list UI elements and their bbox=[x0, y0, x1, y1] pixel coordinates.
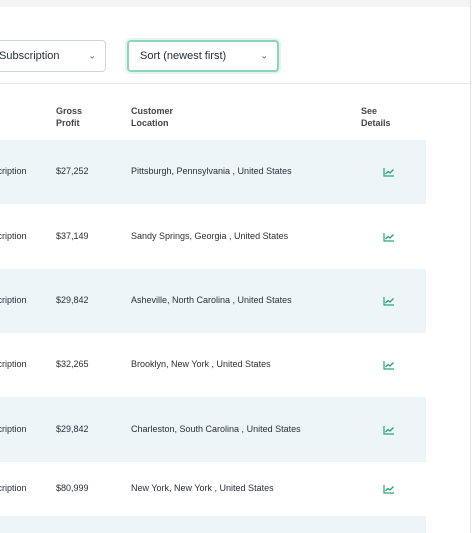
chart-line-icon[interactable] bbox=[383, 232, 395, 242]
sort-select[interactable]: Sort (newest first) ⌄ bbox=[127, 40, 279, 72]
table-row[interactable]: Subscription $80,999 New York, New York , … bbox=[0, 462, 426, 516]
chart-line-icon[interactable] bbox=[383, 167, 395, 177]
table-row[interactable]: Subscription $29,842 Charleston, South Car… bbox=[0, 397, 426, 462]
chart-line-icon[interactable] bbox=[383, 425, 395, 435]
header-customer-location: Customer Location bbox=[131, 105, 173, 129]
row-gross-profit: $29,842 bbox=[56, 424, 89, 434]
header-see-details: See Details bbox=[361, 105, 391, 129]
row-gross-profit: $32,265 bbox=[56, 359, 89, 369]
header-gross-profit: Gross Profit bbox=[56, 105, 82, 129]
type-filter-value: Subscription bbox=[0, 50, 60, 62]
header-see-details-line2: Details bbox=[361, 118, 391, 128]
table-row[interactable]: Subscription $32,265 Brooklyn, New York , … bbox=[0, 333, 426, 397]
row-customer-location: Charleston, South Carolina , United Stat… bbox=[131, 424, 301, 434]
row-type: Subscription bbox=[0, 295, 27, 305]
header-see-details-line1: See bbox=[361, 106, 378, 116]
header-gross-profit-line2: Profit bbox=[56, 118, 80, 128]
row-type: Subscription bbox=[0, 166, 27, 176]
row-gross-profit: $37,149 bbox=[56, 231, 89, 241]
top-strip bbox=[0, 0, 470, 7]
header-gross-profit-line1: Gross bbox=[56, 106, 83, 116]
sort-select-value: Sort (newest first) bbox=[140, 50, 227, 62]
chart-line-icon[interactable] bbox=[383, 360, 395, 370]
row-customer-location: New York, New York , United States bbox=[131, 483, 274, 493]
table-row[interactable]: Subscription $29,842 Asheville, North Caro… bbox=[0, 269, 426, 333]
header-customer-location-line2: Location bbox=[131, 118, 169, 128]
chart-line-icon[interactable] bbox=[383, 296, 395, 306]
row-gross-profit: $80,999 bbox=[56, 483, 89, 493]
row-type: Subscription bbox=[0, 359, 27, 369]
table-row[interactable]: Subscription $37,149 Sandy Springs, Georgi… bbox=[0, 205, 426, 269]
row-type: Subscription bbox=[0, 424, 27, 434]
row-customer-location: Brooklyn, New York , United States bbox=[131, 359, 271, 369]
row-gross-profit: $27,252 bbox=[56, 166, 89, 176]
row-type: Subscription bbox=[0, 231, 27, 241]
type-filter-select[interactable]: Subscription ⌄ bbox=[0, 40, 106, 72]
right-divider bbox=[470, 0, 471, 533]
chevron-down-icon: ⌄ bbox=[88, 50, 96, 61]
filters-divider bbox=[0, 83, 470, 84]
row-customer-location: Asheville, North Carolina , United State… bbox=[131, 295, 292, 305]
table-row-partial bbox=[0, 516, 426, 533]
chevron-down-icon: ⌄ bbox=[260, 50, 268, 61]
header-customer-location-line1: Customer bbox=[131, 106, 174, 116]
row-customer-location: Sandy Springs, Georgia , United States bbox=[131, 231, 289, 241]
chart-line-icon[interactable] bbox=[383, 484, 395, 494]
row-type: Subscription bbox=[0, 483, 27, 493]
row-gross-profit: $29,842 bbox=[56, 295, 89, 305]
row-customer-location: Pittsburgh, Pennsylvania , United States bbox=[131, 166, 292, 176]
table-row[interactable]: Subscription $27,252 Pittsburgh, Pennsylva… bbox=[0, 140, 426, 204]
